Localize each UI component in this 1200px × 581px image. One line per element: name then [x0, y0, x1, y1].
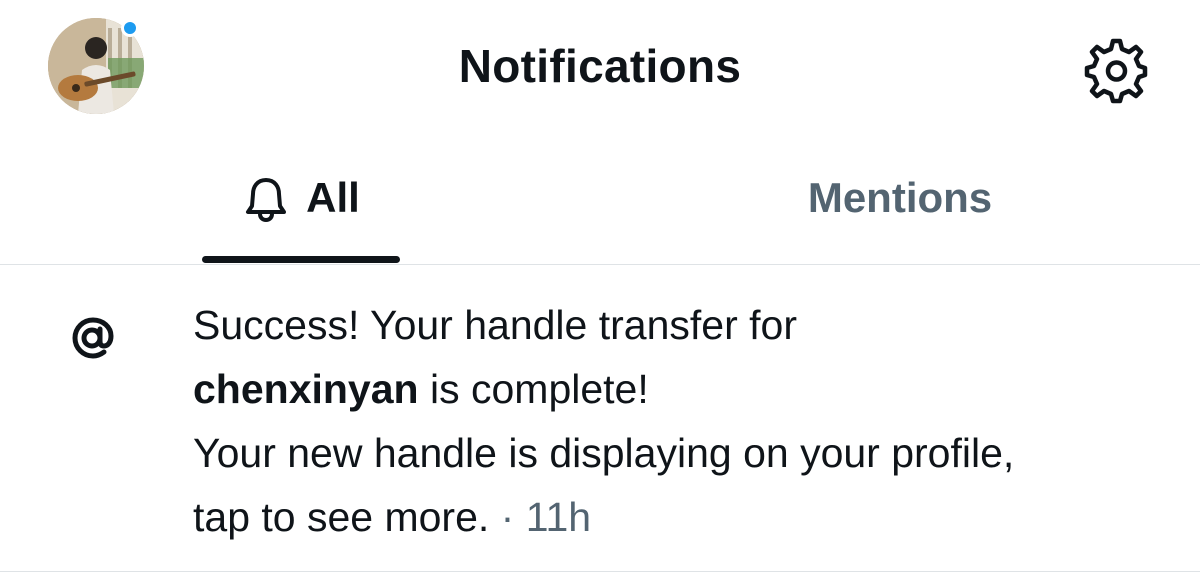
notification-line-1: Success! Your handle transfer for — [193, 302, 797, 348]
unread-indicator-dot — [121, 19, 139, 37]
notification-tabs: All Mentions — [0, 150, 1200, 265]
tab-all-label: All — [306, 174, 360, 221]
handle-name[interactable]: chenxinyan — [193, 366, 419, 412]
notification-item[interactable]: Success! Your handle transfer for chenxi… — [0, 265, 1200, 572]
page-title: Notifications — [458, 40, 742, 92]
bell-icon — [246, 178, 287, 222]
tab-mentions[interactable]: Mentions — [770, 150, 1030, 264]
notification-line-2-rest: is complete! — [418, 366, 649, 412]
notification-line-2: chenxinyan is complete! — [193, 357, 1183, 421]
top-bar: Notifications — [0, 0, 1200, 135]
notification-line-4: tap to see more. · 11h — [193, 485, 1183, 549]
notification-text: Success! Your handle transfer for chenxi… — [193, 293, 1183, 549]
notification-time: 11h — [525, 494, 592, 540]
gear-icon-svg — [1084, 38, 1148, 104]
at-sign-icon — [60, 305, 126, 371]
at-sign-icon-svg — [72, 317, 114, 359]
tab-all[interactable]: All — [200, 150, 402, 264]
gear-icon[interactable] — [1082, 37, 1150, 105]
meta-separator: · — [489, 494, 526, 540]
notification-line-4-text: tap to see more. — [193, 494, 490, 540]
active-tab-indicator — [202, 256, 400, 263]
tab-mentions-label: Mentions — [807, 174, 993, 221]
notification-line-3: Your new handle is displaying on your pr… — [193, 430, 1015, 476]
